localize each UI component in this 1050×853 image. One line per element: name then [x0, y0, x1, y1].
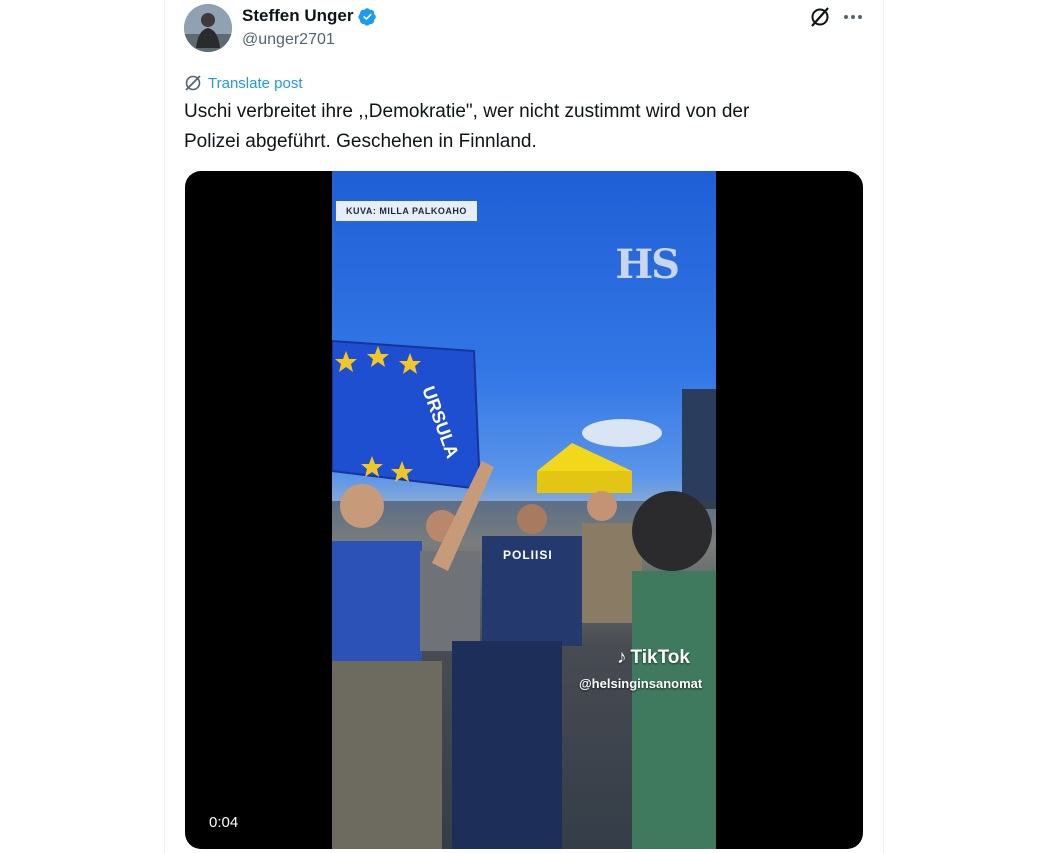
- video-frame: URSULA KUVA: MILLA PALKOAHO HS POLIISI ♪…: [332, 171, 716, 849]
- post-text-line-2: Polizei abgeführt. Geschehen in Finnland…: [184, 131, 537, 152]
- translate-icon: [185, 75, 201, 91]
- post-text: Uschi verbreitet ihre ,,Demokratie", wer…: [184, 97, 844, 157]
- author-name[interactable]: Steffen Unger: [242, 6, 353, 26]
- avatar[interactable]: [184, 4, 232, 52]
- more-options-icon[interactable]: [842, 6, 864, 28]
- video-credit-overlay: KUVA: MILLA PALKOAHO: [336, 201, 477, 221]
- video-player[interactable]: URSULA KUVA: MILLA PALKOAHO HS POLIISI ♪…: [185, 171, 863, 849]
- hs-logo: HS: [615, 241, 680, 288]
- verified-badge-icon: [358, 7, 377, 26]
- video-timestamp: 0:04: [209, 814, 239, 831]
- author-handle[interactable]: @unger2701: [242, 31, 335, 49]
- translate-label: Translate post: [208, 74, 303, 92]
- tiktok-label: TikTok: [630, 647, 690, 668]
- translate-post-link[interactable]: Translate post: [184, 74, 303, 92]
- tiktok-watermark: ♪ TikTok: [617, 647, 690, 669]
- post-text-line-1: Uschi verbreitet ihre ,,Demokratie", wer…: [184, 101, 750, 122]
- grok-icon[interactable]: [808, 6, 832, 28]
- tiktok-handle: @helsinginsanomat: [579, 676, 703, 691]
- tiktok-icon: ♪: [617, 647, 627, 668]
- police-vest-label: POLIISI: [503, 548, 553, 562]
